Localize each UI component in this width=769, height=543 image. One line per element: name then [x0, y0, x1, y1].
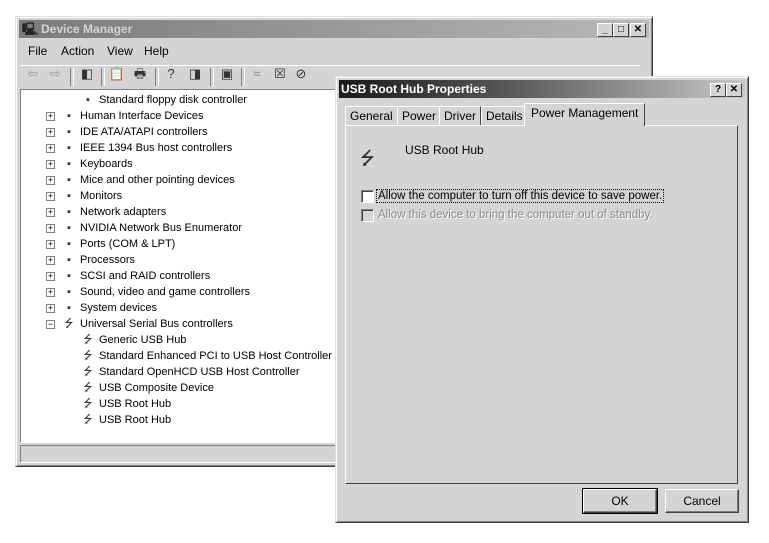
allow-turn-off-checkbox[interactable]: [361, 190, 374, 203]
keyboard-icon: ▪: [67, 158, 71, 170]
tab-details[interactable]: Details: [481, 106, 528, 125]
tab-general[interactable]: General: [345, 106, 398, 125]
tab-strip: General Power Driver Details Power Manag…: [345, 103, 735, 126]
expand-icon[interactable]: +: [46, 112, 55, 121]
port-icon: ▪: [67, 238, 71, 250]
tree-item-label: Ports (COM & LPT): [80, 238, 176, 250]
expand-icon[interactable]: +: [46, 288, 55, 297]
help-icon[interactable]: ?: [162, 66, 180, 82]
expand-icon[interactable]: +: [46, 128, 55, 137]
usb-icon: ⭍: [64, 318, 74, 330]
expand-icon[interactable]: +: [46, 160, 55, 169]
tree-item-label: NVIDIA Network Bus Enumerator: [80, 222, 243, 234]
menu-help[interactable]: Help: [144, 44, 169, 58]
tree-item-label: Standard Enhanced PCI to USB Host Contro…: [99, 350, 332, 362]
tree-item-label: Network adapters: [80, 206, 167, 218]
tree-item-label: Generic USB Hub: [99, 334, 187, 346]
mouse-icon: ▪: [67, 174, 71, 186]
collapse-icon[interactable]: −: [46, 320, 55, 329]
tree-item-label: Human Interface Devices: [80, 110, 204, 122]
tree-item-label: Standard OpenHCD USB Host Controller: [99, 366, 300, 378]
device-manager-title-bar[interactable]: 🖳 Device Manager _ □ ✕: [19, 20, 649, 38]
sound-icon: ▪: [67, 286, 71, 298]
tree-item-label: Universal Serial Bus controllers: [80, 318, 233, 330]
network-icon: ▪: [67, 206, 71, 218]
floppy-controller-icon: ▪: [86, 94, 90, 106]
tab-panel: ⭍ USB Root Hub Allow the computer to tur…: [345, 125, 738, 484]
expand-icon[interactable]: +: [46, 144, 55, 153]
tree-item-label: USB Root Hub: [99, 414, 172, 426]
menu-action[interactable]: Action: [61, 44, 94, 58]
tree-item-label: Processors: [80, 254, 136, 266]
back-icon[interactable]: ⇦: [24, 66, 42, 82]
bus-icon: ▪: [67, 222, 71, 234]
computer-icon: 🖳: [22, 22, 39, 36]
properties-dialog: USB Root Hub Properties ? ✕ General Powe…: [335, 76, 749, 523]
window-title: Device Manager: [41, 22, 133, 36]
usb-icon: ⭍: [83, 334, 93, 346]
scan-hardware-icon[interactable]: ▣: [218, 66, 236, 82]
show-hide-tree-icon[interactable]: ◧: [78, 66, 96, 82]
usb-icon: ⭍: [83, 382, 93, 394]
usb-icon: ⭍: [83, 366, 93, 378]
tab-driver[interactable]: Driver: [439, 106, 481, 125]
tree-item-label: Sound, video and game controllers: [80, 286, 250, 298]
tree-item-label: Keyboards: [80, 158, 133, 170]
cpu-icon: ▪: [67, 254, 71, 266]
tab-power[interactable]: Power: [397, 106, 442, 125]
usb-icon: ⭍: [360, 148, 375, 168]
ide-icon: ▪: [67, 126, 71, 138]
menu-file[interactable]: File: [28, 44, 47, 58]
tree-item-label: USB Composite Device: [99, 382, 214, 394]
menu-view[interactable]: View: [107, 44, 133, 58]
expand-icon[interactable]: +: [46, 256, 55, 265]
disable-icon[interactable]: ⊘: [292, 66, 310, 82]
usb-icon: ⭍: [83, 398, 93, 410]
tree-item-label: IEEE 1394 Bus host controllers: [80, 142, 233, 154]
expand-icon[interactable]: +: [46, 192, 55, 201]
hid-icon: ▪: [67, 110, 71, 122]
menu-bar: File Action View Help: [28, 44, 628, 62]
tree-item-label: System devices: [80, 302, 158, 314]
expand-icon[interactable]: +: [46, 208, 55, 217]
tree-item-label: Standard floppy disk controller: [99, 94, 247, 106]
firewire-icon: ▪: [67, 142, 71, 154]
allow-wake-label: Allow this device to bring the computer …: [378, 209, 653, 221]
tree-item-label: Monitors: [80, 190, 123, 202]
maximize-button[interactable]: □: [613, 23, 629, 37]
help-button[interactable]: ?: [710, 83, 726, 97]
device-name: USB Root Hub: [405, 143, 484, 157]
tree-item-label: IDE ATA/ATAPI controllers: [80, 126, 208, 138]
ok-button[interactable]: OK: [582, 488, 658, 514]
minimize-button[interactable]: _: [597, 23, 613, 37]
update-driver-icon[interactable]: ≈: [248, 66, 266, 82]
dialog-close-button[interactable]: ✕: [726, 83, 742, 97]
expand-icon[interactable]: +: [46, 272, 55, 281]
cancel-button[interactable]: Cancel: [665, 489, 739, 513]
uninstall-icon[interactable]: ☒: [271, 66, 289, 82]
expand-icon[interactable]: +: [46, 224, 55, 233]
tree-item-label: Mice and other pointing devices: [80, 174, 235, 186]
monitor-icon: ▪: [67, 190, 71, 202]
expand-icon[interactable]: +: [46, 304, 55, 313]
dialog-title: USB Root Hub Properties: [341, 82, 487, 96]
usb-icon: ⭍: [83, 414, 93, 426]
scsi-icon: ▪: [67, 270, 71, 282]
show-hide-action-pane-icon[interactable]: ◨: [186, 66, 204, 82]
tab-power-management[interactable]: Power Management: [524, 103, 646, 126]
tree-item-label: SCSI and RAID controllers: [80, 270, 211, 282]
system-icon: ▪: [67, 302, 71, 314]
dialog-title-bar[interactable]: USB Root Hub Properties ? ✕: [339, 80, 745, 98]
forward-icon[interactable]: ⇨: [46, 66, 64, 82]
tree-item-label: USB Root Hub: [99, 398, 172, 410]
close-button[interactable]: ✕: [630, 23, 646, 37]
print-icon[interactable]: 🖶: [131, 66, 149, 82]
allow-turn-off-label[interactable]: Allow the computer to turn off this devi…: [375, 189, 665, 203]
usb-icon: ⭍: [83, 350, 93, 362]
allow-wake-checkbox: [361, 209, 374, 222]
expand-icon[interactable]: +: [46, 176, 55, 185]
expand-icon[interactable]: +: [46, 240, 55, 249]
properties-icon[interactable]: 📋: [108, 66, 126, 82]
